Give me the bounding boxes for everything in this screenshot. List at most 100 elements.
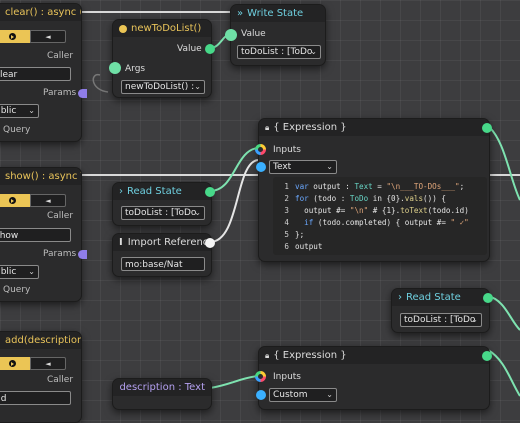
new-todo-value-label: Value xyxy=(177,44,202,54)
show-visibility-select[interactable]: ublic⌄ xyxy=(0,265,39,279)
double-chevron-icon: » xyxy=(237,8,243,19)
show-node-title: show() : async Tex xyxy=(5,171,81,182)
play-icon xyxy=(9,33,16,40)
expression-1-type-pin[interactable] xyxy=(256,162,266,172)
expression-1-inputs-label: Inputs xyxy=(273,145,301,155)
new-todo-select[interactable]: newToDoList() :⌄ xyxy=(121,80,205,94)
expression-2-output-pin[interactable] xyxy=(482,351,492,361)
read-state-1-select[interactable]: toDoList : [ToDo⌄ xyxy=(121,206,205,220)
clear-visibility-value: ublic xyxy=(0,106,16,116)
show-node-buttons: ◄ xyxy=(0,194,66,207)
arrow-left-icon: ◄ xyxy=(45,33,50,41)
add-collapse-button[interactable]: ◄ xyxy=(30,357,66,370)
code-line-number: 6 xyxy=(277,241,289,253)
code-line-number: 5 xyxy=(277,229,289,241)
read-state-2-select-value: toDoList : [ToDo xyxy=(404,315,475,325)
code-line-number: 4 xyxy=(277,217,289,229)
code-editor[interactable]: 123456 var output : Text = "\n___TO-DOs_… xyxy=(273,177,487,255)
description-param-node[interactable]: description : Text xyxy=(112,378,212,410)
clear-visibility-select[interactable]: ublic ⌄ xyxy=(0,104,39,118)
new-todo-list-header[interactable]: newToDoList() xyxy=(113,20,211,37)
show-collapse-button[interactable]: ◄ xyxy=(30,194,66,207)
expression-node-1[interactable]: 🔒︎ { Expression } Inputs Text⌄ 123456 va… xyxy=(258,118,490,262)
add-function-node[interactable]: add(description : ◄ Caller dd xyxy=(0,331,82,423)
show-query-label: Query xyxy=(3,285,30,295)
expression-node-2[interactable]: 🔒︎ { Expression } Inputs Custom ⌄ xyxy=(258,346,490,410)
read-state-node-2[interactable]: › Read State toDoList : [ToDo⌄ xyxy=(391,288,490,333)
add-node-title: add(description : xyxy=(5,335,81,346)
show-params-pin[interactable] xyxy=(78,250,87,259)
description-header[interactable]: description : Text xyxy=(113,379,211,396)
add-node-header[interactable]: add(description : xyxy=(0,332,81,349)
add-caller-input[interactable]: dd xyxy=(0,391,71,405)
clear-params-label: Params xyxy=(43,88,76,98)
code-line-number: 3 xyxy=(277,205,289,217)
write-state-title: Write State xyxy=(247,8,303,19)
import-reference-header[interactable]: I Import Reference xyxy=(113,234,211,251)
read-state-2-output-pin[interactable] xyxy=(483,293,493,303)
import-reference-node[interactable]: I Import Reference mo:base/Nat xyxy=(112,233,212,277)
expression-2-inputs-label: Inputs xyxy=(273,372,301,382)
color-wheel-icon[interactable] xyxy=(255,144,266,155)
play-icon xyxy=(9,197,16,204)
new-todo-select-value: newToDoList() : xyxy=(125,82,194,92)
new-todo-args-pin[interactable] xyxy=(109,62,121,74)
write-state-select-value: toDoList : [ToDo xyxy=(241,47,312,57)
read-state-2-title: Read State xyxy=(406,292,461,303)
expression-2-type-value: Custom xyxy=(273,390,307,400)
expression-2-type-pin[interactable] xyxy=(256,390,266,400)
expression-1-header[interactable]: 🔒︎ { Expression } xyxy=(259,119,489,136)
show-caller-input[interactable]: show xyxy=(0,228,71,242)
write-state-value-label: Value xyxy=(241,29,266,39)
new-todo-list-node[interactable]: newToDoList() Value Args newToDoList() :… xyxy=(112,19,212,98)
write-state-header[interactable]: » Write State xyxy=(231,5,325,22)
code-line: if (todo.completed) { output #= " ✓" xyxy=(295,217,485,229)
clear-function-node[interactable]: clear() : async () ◄ Caller clear Params… xyxy=(0,3,82,142)
chevron-down-icon: ⌄ xyxy=(471,314,478,326)
clear-caller-input[interactable]: clear xyxy=(0,67,71,81)
expression-1-output-pin[interactable] xyxy=(482,123,492,133)
expression-2-title: { Expression } xyxy=(273,350,346,361)
chevron-down-icon: ⌄ xyxy=(326,389,333,401)
read-state-2-header[interactable]: › Read State xyxy=(392,289,489,306)
clear-collapse-button[interactable]: ◄ xyxy=(30,30,66,43)
write-state-select[interactable]: toDoList : [ToDo⌄ xyxy=(237,45,321,59)
show-function-node[interactable]: show() : async Tex ◄ Caller show Params … xyxy=(0,167,82,302)
clear-play-button[interactable] xyxy=(0,30,30,43)
add-node-buttons: ◄ xyxy=(0,357,66,370)
add-caller-label: Caller xyxy=(47,375,73,385)
code-line: var output : Text = "\n___TO-DOs___"; xyxy=(295,181,485,193)
color-wheel-icon[interactable] xyxy=(255,371,266,382)
write-state-value-pin[interactable] xyxy=(225,29,237,41)
text-cursor-icon: I xyxy=(119,237,123,248)
read-state-2-select[interactable]: toDoList : [ToDo⌄ xyxy=(400,313,482,327)
expression-1-title: { Expression } xyxy=(273,122,346,133)
show-visibility-value: ublic xyxy=(0,267,16,277)
new-todo-list-title: newToDoList() xyxy=(131,23,201,34)
code-line-number: 2 xyxy=(277,193,289,205)
chevron-down-icon: ⌄ xyxy=(194,81,201,93)
show-node-header[interactable]: show() : async Tex xyxy=(0,168,81,185)
show-caller-label: Caller xyxy=(47,211,73,221)
chevron-down-icon: ⌄ xyxy=(28,105,35,117)
new-todo-args-label: Args xyxy=(125,64,145,74)
arrow-left-icon: ◄ xyxy=(45,197,50,205)
read-state-node-1[interactable]: › Read State toDoList : [ToDo⌄ xyxy=(112,182,212,226)
code-line: for (todo : ToDo in {0}.vals()) { xyxy=(295,193,485,205)
read-state-1-output-pin[interactable] xyxy=(205,187,215,197)
clear-query-label: Query xyxy=(3,125,30,135)
expression-2-header[interactable]: 🔒︎ { Expression } xyxy=(259,347,489,364)
clear-node-header[interactable]: clear() : async () xyxy=(0,4,81,21)
import-reference-output-pin[interactable] xyxy=(205,238,215,248)
add-play-button[interactable] xyxy=(0,357,30,370)
show-play-button[interactable] xyxy=(0,194,30,207)
clear-params-pin[interactable] xyxy=(78,89,87,98)
write-state-node[interactable]: » Write State Value toDoList : [ToDo⌄ xyxy=(230,4,326,66)
new-todo-value-pin[interactable] xyxy=(205,44,215,54)
read-state-1-select-value: toDoList : [ToDo xyxy=(125,208,196,218)
clear-node-buttons: ◄ xyxy=(0,30,66,43)
expression-1-type-select[interactable]: Text⌄ xyxy=(269,160,337,174)
play-icon xyxy=(9,360,16,367)
import-reference-input[interactable]: mo:base/Nat xyxy=(121,257,205,271)
read-state-1-header[interactable]: › Read State xyxy=(113,183,211,200)
